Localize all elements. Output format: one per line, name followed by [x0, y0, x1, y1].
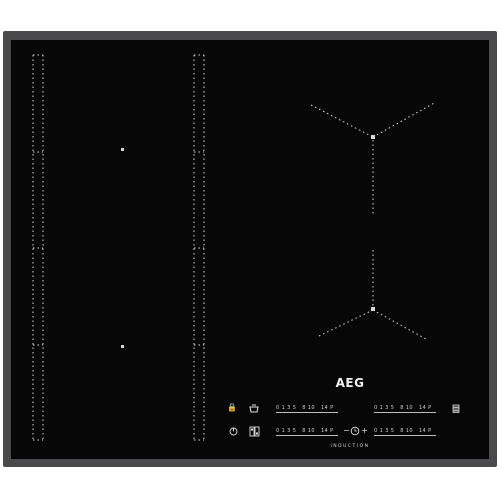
cooking-zone-markings [32, 54, 437, 441]
power-slider-rear-right[interactable]: 0 1 3 5 8 10 14 P [374, 428, 436, 438]
induction-label: INDUCTION [330, 444, 370, 449]
hob2hood-icon[interactable] [451, 404, 461, 415]
lock-icon[interactable]: 🔒 [227, 404, 237, 412]
power-slider-track [276, 435, 338, 436]
power-slider-track [276, 412, 338, 413]
flex-zone-upper-center-mark [121, 148, 124, 151]
power-slider-scale: 0 1 3 5 8 10 14 P [374, 428, 432, 434]
right-zone-top-left-line [310, 104, 374, 138]
flex-zone-lower-center-mark [121, 345, 124, 348]
power-slider-track [374, 412, 436, 413]
power-slider-rear-left[interactable]: 0 1 3 5 8 10 14 P [276, 428, 338, 438]
right-zone-top-right-line [372, 101, 437, 138]
brand-logo: AEG [335, 376, 365, 390]
plus-icon[interactable]: + [361, 427, 368, 435]
power-slider-scale: 0 1 3 5 8 10 14 P [276, 405, 334, 411]
flex-zone-top-left-corner [33, 54, 44, 68]
right-zone-bottom-left-line [318, 309, 374, 337]
glass-surface [11, 40, 489, 459]
timer-icon[interactable] [350, 426, 360, 438]
right-zone-upper-center-mark [371, 135, 375, 139]
power-icon[interactable] [227, 427, 239, 438]
minus-icon[interactable]: − [343, 427, 350, 435]
right-zone-bottom-right-line [372, 309, 427, 340]
right-zone-lower-center-mark [371, 307, 375, 311]
hob-frame [3, 31, 497, 467]
power-slider-scale: 0 1 3 5 8 10 14 P [374, 405, 432, 411]
pot-icon[interactable] [249, 404, 259, 415]
bridge-icon[interactable] [248, 426, 260, 439]
power-slider-front-left[interactable]: 0 1 3 5 8 10 14 P [276, 405, 338, 415]
power-slider-scale: 0 1 3 5 8 10 14 P [276, 428, 334, 434]
power-slider-front-right[interactable]: 0 1 3 5 8 10 14 P [374, 405, 436, 415]
power-slider-track [374, 435, 436, 436]
